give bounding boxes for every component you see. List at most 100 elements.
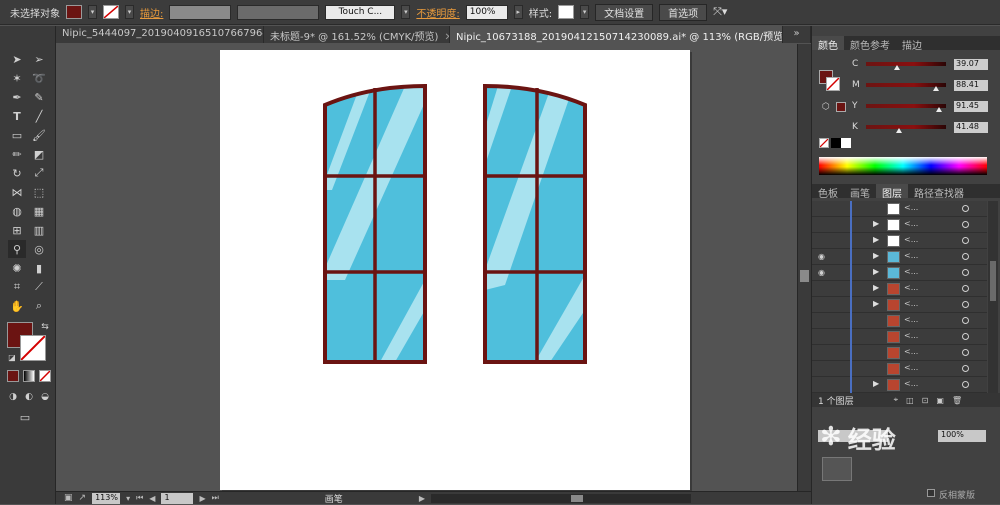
layer-name[interactable]: <... [904,331,918,340]
tab-color[interactable]: 颜色 [812,36,844,52]
target-circle-icon[interactable] [962,237,969,244]
layer-row[interactable]: ◉ ▶ <... [812,249,987,265]
variable-width-field[interactable] [237,4,320,20]
gradient-tool-icon[interactable]: ▥ [30,221,48,239]
none-mode-icon[interactable] [39,370,51,382]
scrollbar-thumb[interactable] [570,494,583,502]
make-clipping-mask-icon[interactable]: ◫ [906,396,914,405]
layer-row[interactable]: ▶ <... [812,281,987,297]
layer-row[interactable]: <... [812,201,987,217]
selection-tool-icon[interactable]: ➤ [8,50,26,68]
target-circle-icon[interactable] [962,365,969,372]
layers-scrollbar[interactable] [988,201,998,393]
layer-name[interactable]: <... [904,363,918,372]
line-tool-icon[interactable]: ╱ [30,107,48,125]
delete-layer-icon[interactable]: 🗑 [952,396,962,405]
zoom-field[interactable]: 113% [92,492,121,504]
expand-arrow-icon[interactable]: ▶ [873,219,879,228]
symbol-sprayer-tool-icon[interactable]: ✺ [8,259,26,277]
layer-row[interactable]: <... [812,313,987,329]
locate-object-icon[interactable]: ⌖ [894,395,899,405]
slider-thumb[interactable] [894,65,901,70]
paintbrush-tool-icon[interactable]: 🖌 [30,126,48,144]
stroke-weight-field[interactable] [169,4,232,20]
scrollbar-thumb[interactable] [800,270,809,282]
opacity-link[interactable]: 不透明度: [416,5,459,20]
tab-document-2[interactable]: 未标题-9* @ 161.52% (CMYK/预览)✕ [264,26,450,43]
target-circle-icon[interactable] [962,317,969,324]
expand-arrow-icon[interactable]: ▶ [873,283,879,292]
tab-layers[interactable]: 图层 [876,184,908,200]
layer-row[interactable]: ◉ ▶ <... [812,265,987,281]
chevron-down-icon[interactable]: ▾ [88,5,97,19]
channel-slider-y[interactable] [866,104,946,112]
layer-name[interactable]: <... [904,267,918,276]
window-illustration[interactable] [220,50,690,490]
rotate-tool-icon[interactable]: ↻ [8,164,26,182]
layer-row[interactable]: ▶ <... [812,233,987,249]
channel-slider-m[interactable] [866,83,946,91]
lasso-tool-icon[interactable]: ➰ [30,69,48,87]
new-layer-icon[interactable]: ▣ [936,396,944,405]
target-circle-icon[interactable] [962,381,969,388]
layer-name[interactable]: <... [904,283,918,292]
eraser-tool-icon[interactable]: ◩ [30,145,48,163]
target-circle-icon[interactable] [962,205,969,212]
slider-thumb[interactable] [933,86,940,91]
visibility-eye-icon[interactable] [818,236,828,245]
stroke-none-swatch[interactable] [103,5,119,19]
scrollbar-thumb[interactable] [990,261,996,301]
chevron-right-icon[interactable]: ▸ [513,5,523,19]
preferences-button[interactable]: 首选项 [659,3,708,21]
default-colors-icon[interactable]: ◪ [3,348,21,366]
panel-stroke-box[interactable] [826,77,840,91]
invert-mask-checkbox[interactable] [927,489,935,497]
tab-brushes[interactable]: 画笔 [844,184,876,200]
visibility-eye-icon[interactable]: ◉ [818,268,828,277]
slider-thumb[interactable] [895,128,902,133]
perspective-grid-tool-icon[interactable]: ▦ [30,202,48,220]
channel-slider-k[interactable] [866,125,946,133]
target-circle-icon[interactable] [962,253,969,260]
brush-definition-field[interactable]: Touch C... [325,4,396,20]
channel-value-c[interactable]: 39.07 [954,58,988,70]
expand-arrow-icon[interactable]: ▶ [873,379,879,388]
expand-arrow-icon[interactable]: ▶ [873,267,879,276]
white-swatch[interactable] [841,138,851,148]
chevron-down-icon[interactable]: ▾ [125,5,134,19]
canvas-vertical-scrollbar[interactable] [797,44,811,491]
width-tool-icon[interactable]: ⋈ [8,183,26,201]
channel-value-k[interactable]: 41.48 [954,121,988,133]
target-circle-icon[interactable] [962,333,969,340]
free-transform-tool-icon[interactable]: ⬚ [30,183,48,201]
target-circle-icon[interactable] [962,349,969,356]
chevron-down-icon[interactable]: ▾ [580,5,590,19]
tab-stroke[interactable]: 描边 [896,36,928,52]
color-mode-icon[interactable] [7,370,19,382]
layer-name[interactable]: <... [904,315,918,324]
out-of-gamut-icon[interactable]: ⬡ [822,102,830,112]
layer-name[interactable]: <... [904,219,918,228]
rectangle-tool-icon[interactable]: ▭ [8,126,26,144]
target-circle-icon[interactable] [962,269,969,276]
black-swatch[interactable] [831,138,841,148]
target-circle-icon[interactable] [962,221,969,228]
status-menu-icon[interactable]: ▶ [419,494,425,503]
scale-tool-icon[interactable]: ⤢ [30,164,48,182]
page-field[interactable]: 1 [161,492,194,504]
layer-name[interactable]: <... [904,347,918,356]
layer-row[interactable]: ▶ <... [812,377,987,393]
layer-row[interactable]: ▶ <... [812,297,987,313]
arrange-icon[interactable]: ⤧▾ [713,5,727,19]
layer-row[interactable]: <... [812,345,987,361]
channel-value-m[interactable]: 88.41 [954,79,988,91]
hand-tool-icon[interactable]: ✋ [8,297,26,315]
tabs-overflow-icon[interactable]: » [783,26,811,43]
tab-color-guide[interactable]: 颜色参考 [844,36,896,52]
gamut-swatch[interactable] [836,102,846,112]
mask-thumbnail[interactable] [822,457,852,481]
artboard-tool-icon[interactable]: ⌗ [8,278,26,296]
expand-arrow-icon[interactable]: ▶ [873,251,879,260]
gradient-mode-icon[interactable] [23,370,35,382]
screen-mode-icon[interactable]: ▭ [16,408,34,426]
